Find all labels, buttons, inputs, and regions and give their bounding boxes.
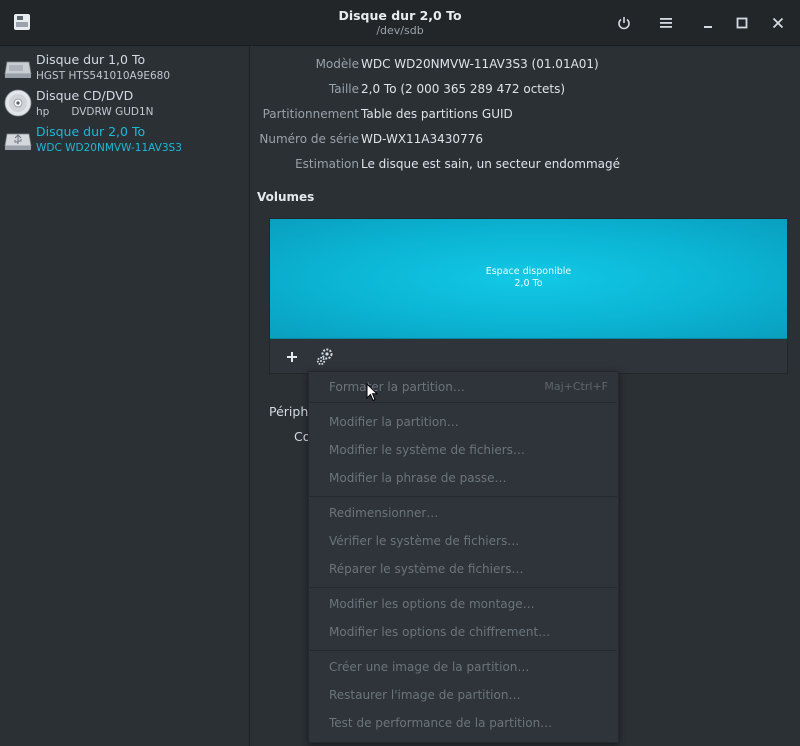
menu-item-label: Modifier les options de montage… [329, 597, 535, 611]
menu-item-benchmark[interactable]: Test de performance de la partition… [329, 715, 609, 737]
minimize-icon [704, 26, 712, 28]
add-partition-button[interactable] [282, 347, 302, 367]
property-label: Partitionnement [262, 107, 359, 121]
drive-model-name: DVDRW GUD1N [71, 106, 154, 118]
free-space-size: 2,0 To [514, 278, 543, 289]
power-off-button[interactable] [612, 11, 636, 35]
menu-shortcut: Maj+Ctrl+F [544, 380, 608, 393]
menu-item-mount-options[interactable]: Modifier les options de montage… [329, 596, 609, 618]
menu-item-repair-filesystem[interactable]: Réparer le système de fichiers… [329, 561, 609, 583]
menu-item-label: Réparer le système de fichiers… [329, 562, 524, 576]
gears-icon [316, 348, 333, 366]
menu-item-label: Créer une image de la partition… [329, 660, 530, 674]
menu-item-label: Formater la partition… [329, 380, 465, 394]
property-label: Estimation [295, 157, 359, 171]
menu-item-label: Restaurer l'image de partition… [329, 688, 521, 702]
drive-name: Disque CD/DVD [36, 88, 134, 103]
hamburger-icon [660, 18, 672, 28]
drive-model: WDC WD20NMVW-11AV3S3 [36, 142, 182, 154]
menu-item-resize[interactable]: Redimensionner… [329, 505, 609, 527]
property-value: 2,0 To (2 000 365 289 472 octets) [361, 82, 566, 96]
property-value: Le disque est sain, un secteur endommagé [361, 157, 621, 171]
property-row-partitioning: Partitionnement Table des partitions GUI… [251, 107, 800, 127]
property-row-serial: Numéro de série WD-WX11A3430776 [251, 132, 800, 152]
menu-separator [310, 587, 617, 588]
menu-separator [310, 650, 617, 651]
property-value: WD-WX11A3430776 [361, 132, 483, 146]
partition-settings-button[interactable] [315, 347, 337, 367]
menu-item-encryption-options[interactable]: Modifier les options de chiffrement… [329, 624, 609, 646]
menu-item-restore-image[interactable]: Restaurer l'image de partition… [329, 687, 609, 709]
menu-item-create-image[interactable]: Créer une image de la partition… [329, 659, 609, 681]
close-icon [772, 17, 784, 29]
window-title: Disque dur 2,0 To [338, 8, 462, 23]
free-space-block[interactable]: Espace disponible 2,0 To [270, 219, 787, 339]
drive-model: hp DVDRW GUD1N [36, 106, 154, 118]
usb-disk-icon [4, 133, 32, 150]
property-row-size: Taille 2,0 To (2 000 365 289 472 octets) [251, 82, 800, 102]
property-value: Table des partitions GUID [361, 107, 513, 121]
partition-context-menu: Formater la partition… Maj+Ctrl+F Modifi… [308, 371, 619, 743]
free-space-label: Espace disponible [485, 266, 572, 277]
plus-icon [287, 352, 297, 362]
volume-map: Espace disponible 2,0 To [269, 218, 788, 374]
minimize-button[interactable] [696, 11, 720, 35]
property-row-model: Modèle WDC WD20NMVW-11AV3S3 (01.01A01) [251, 57, 800, 77]
menu-button[interactable] [654, 11, 678, 35]
optical-disc-icon [4, 89, 32, 117]
property-label: Taille [328, 82, 359, 96]
menu-item-label: Redimensionner… [329, 506, 439, 520]
property-row-assessment: Estimation Le disque est sain, un secteu… [251, 157, 800, 177]
menu-item-label: Modifier la phrase de passe… [329, 471, 507, 485]
drive-vendor: hp [36, 106, 50, 118]
property-value: WDC WD20NMVW-11AV3S3 (01.01A01) [361, 57, 599, 71]
disks-app-icon [14, 14, 30, 30]
menu-item-edit-partition[interactable]: Modifier la partition… [329, 414, 609, 436]
hard-disk-icon [4, 61, 32, 78]
header-bar: Disque dur 2,0 To /dev/sdb [0, 0, 800, 46]
drive-item-hdd-1tb[interactable]: Disque dur 1,0 To HGST HTS541010A9E680 [0, 49, 249, 85]
power-icon [618, 17, 630, 30]
drive-name: Disque dur 2,0 To [36, 124, 146, 139]
maximize-icon [736, 17, 748, 29]
drive-item-cd-dvd[interactable]: Disque CD/DVD hp DVDRW GUD1N [0, 85, 249, 121]
menu-item-check-filesystem[interactable]: Vérifier le système de fichiers… [329, 533, 609, 555]
property-label: Numéro de série [259, 132, 359, 146]
window-subtitle: /dev/sdb [376, 24, 424, 37]
drive-name: Disque dur 1,0 To [36, 52, 146, 67]
menu-item-label: Test de performance de la partition… [329, 716, 553, 730]
menu-item-label: Modifier la partition… [329, 415, 459, 429]
volume-toolbar [270, 339, 787, 373]
menu-separator [310, 496, 617, 497]
menu-item-label: Modifier les options de chiffrement… [329, 625, 551, 639]
menu-item-label: Modifier le système de fichiers… [329, 443, 525, 457]
drive-item-hdd-2tb[interactable]: Disque dur 2,0 To WDC WD20NMVW-11AV3S3 [0, 121, 249, 157]
drive-list-sidebar: Disque dur 1,0 To HGST HTS541010A9E680 D… [0, 46, 250, 746]
mouse-pointer-icon [366, 383, 378, 402]
maximize-button[interactable] [730, 11, 754, 35]
close-button[interactable] [766, 11, 790, 35]
menu-separator [310, 402, 617, 403]
menu-item-label: Vérifier le système de fichiers… [329, 534, 520, 548]
volumes-heading: Volumes [257, 190, 315, 204]
property-label: Modèle [315, 57, 359, 71]
drive-model: HGST HTS541010A9E680 [36, 70, 171, 82]
menu-item-edit-filesystem[interactable]: Modifier le système de fichiers… [329, 442, 609, 464]
menu-item-change-passphrase[interactable]: Modifier la phrase de passe… [329, 470, 609, 492]
